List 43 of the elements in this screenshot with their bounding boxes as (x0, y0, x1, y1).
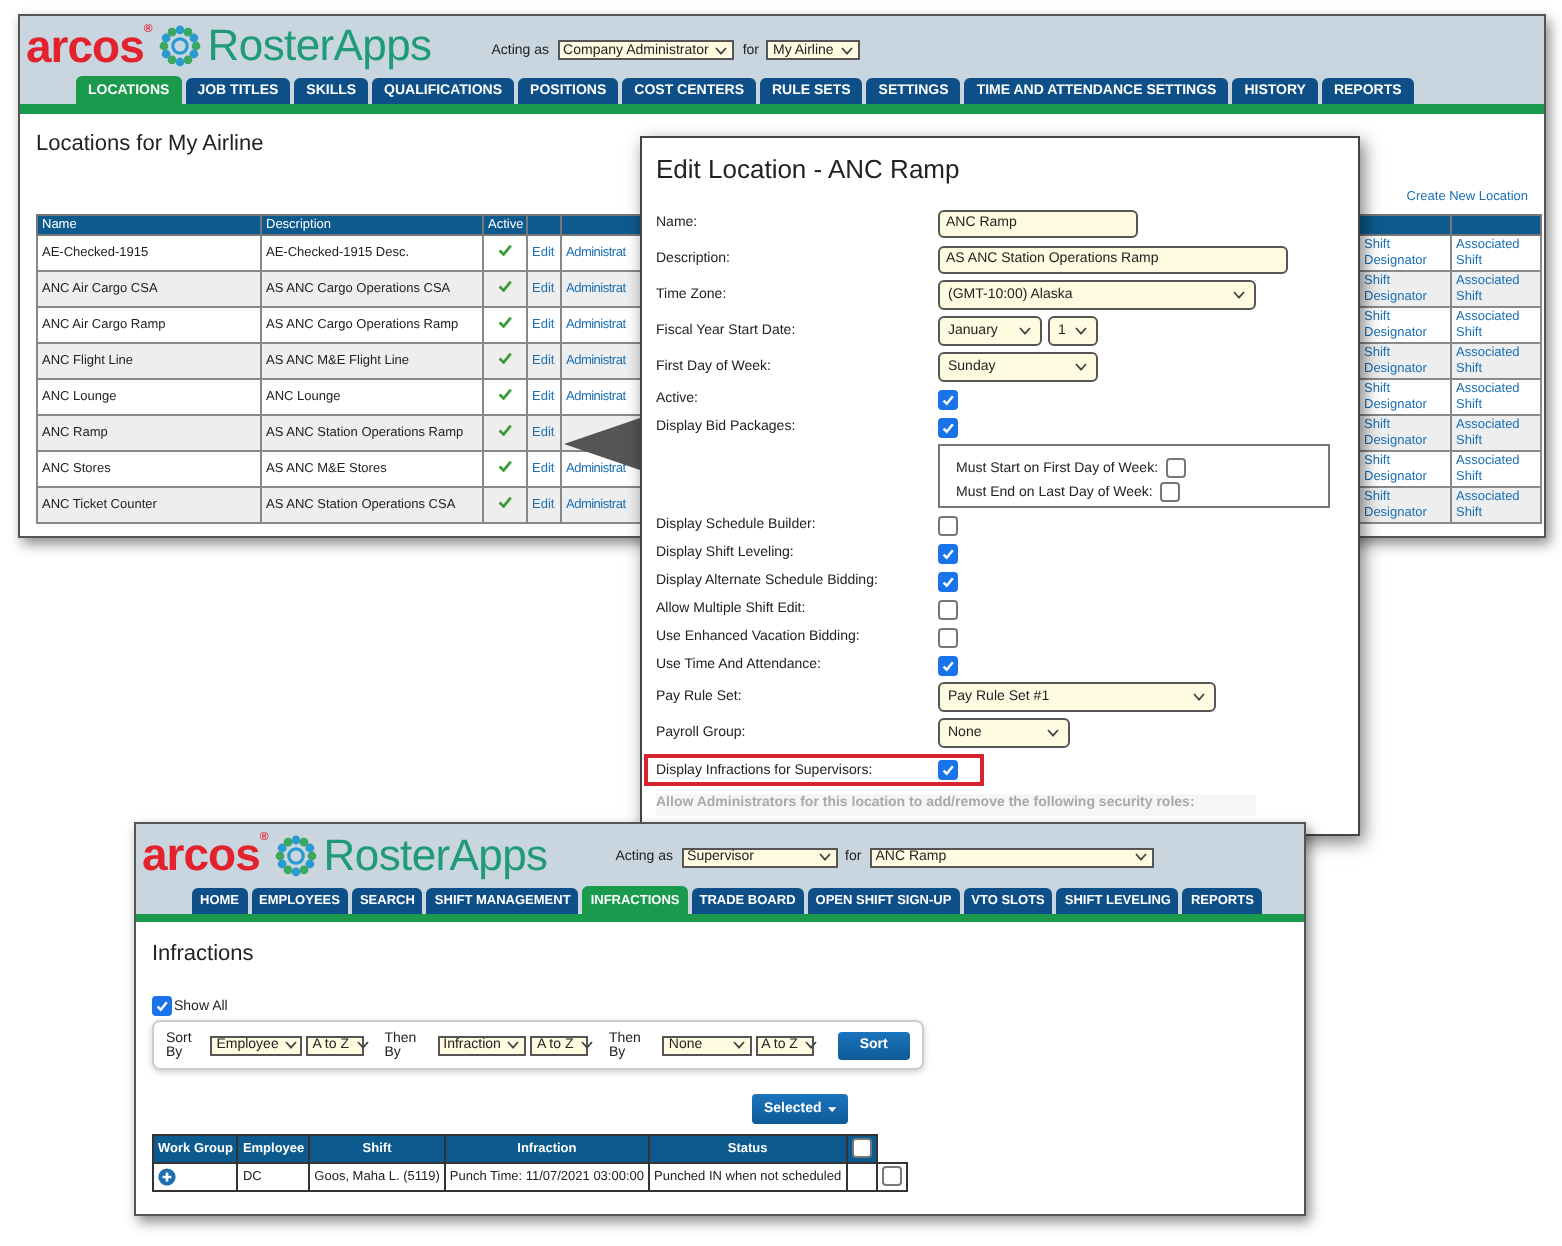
brand-logo-text: arcos$^{®}$ (142, 832, 268, 878)
dialog-title: Edit Location - ANC Ramp (656, 154, 962, 188)
expand-icon (158, 1168, 176, 1186)
checkbox[interactable] (851, 1137, 872, 1157)
caret-icon (839, 45, 854, 55)
checkbox[interactable] (938, 543, 958, 563)
caret-icon (714, 45, 729, 55)
caret-icon (1231, 290, 1246, 300)
checkbox[interactable] (938, 417, 958, 437)
caret-icon (817, 852, 832, 862)
caret-icon (731, 1040, 746, 1050)
dotted-ring-logo-icon (273, 833, 318, 877)
caret-icon (1018, 326, 1032, 336)
caret-icon (1074, 326, 1088, 336)
caret-icon (355, 1040, 369, 1050)
checkbox[interactable] (152, 996, 172, 1016)
checkbox[interactable] (938, 655, 958, 675)
caret-icon (579, 1040, 594, 1050)
checkbox[interactable] (938, 627, 958, 647)
page-title: Infractions (152, 942, 256, 970)
caret-icon (1133, 852, 1148, 862)
checkbox[interactable] (938, 760, 958, 780)
column-header (1451, 215, 1541, 235)
product-logo-text: RosterApps (207, 24, 432, 68)
checkbox[interactable] (938, 599, 958, 619)
checkbox[interactable] (881, 1165, 902, 1185)
dotted-ring-logo-icon (157, 24, 202, 68)
checkbox[interactable] (1160, 482, 1181, 502)
product-logo-text: RosterApps (323, 833, 548, 877)
caret-icon (1073, 362, 1088, 372)
caret-icon (506, 1040, 521, 1050)
callout-pointer (564, 414, 640, 474)
checkbox[interactable] (1166, 458, 1187, 478)
caret-icon (284, 1040, 299, 1050)
brand-logo-text: arcos$^{®}$ (26, 23, 152, 69)
page-title: Locations for My Airline (36, 132, 266, 160)
caret-icon (803, 1040, 818, 1050)
checkbox[interactable] (938, 571, 958, 591)
caret-icon (1192, 692, 1206, 702)
checkbox[interactable] (938, 389, 958, 409)
caret-icon (827, 1105, 836, 1113)
caret-icon (1046, 728, 1061, 738)
checkbox[interactable] (938, 515, 958, 535)
